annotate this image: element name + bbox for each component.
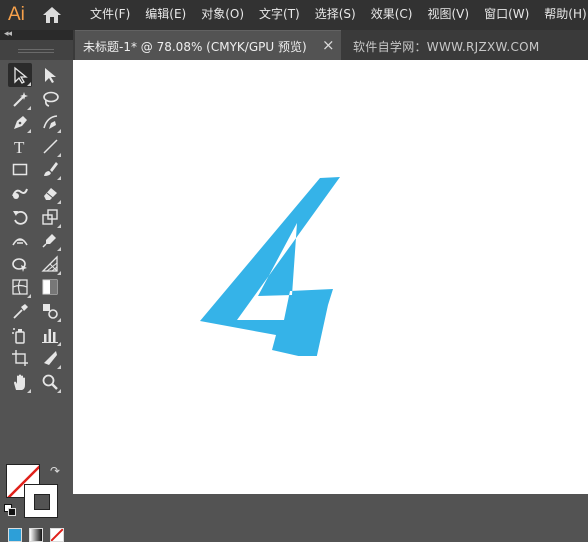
document-tab[interactable]: 未标题-1* @ 78.08% (CMYK/GPU 预览) ×: [75, 30, 341, 60]
eyedropper-tool-icon[interactable]: [8, 299, 32, 323]
menu-window[interactable]: 窗口(W): [477, 0, 537, 30]
perspective-grid-tool-icon[interactable]: [38, 252, 62, 276]
column-graph-tool-icon[interactable]: [38, 323, 62, 347]
line-segment-tool-icon[interactable]: [38, 134, 62, 158]
pen-tool-icon[interactable]: [8, 110, 32, 134]
tools-panel: T ↷: [0, 60, 73, 542]
gradient-tool-icon[interactable]: [38, 275, 62, 299]
toolbar-grip[interactable]: [0, 40, 73, 60]
paintbrush-tool-icon[interactable]: [38, 157, 62, 181]
main-menu: 文件(F) 编辑(E) 对象(O) 文字(T) 选择(S) 效果(C) 视图(V…: [83, 0, 588, 30]
menu-bar: Ai 文件(F) 编辑(E) 对象(O) 文字(T) 选择(S) 效果(C) 视…: [0, 0, 588, 30]
menu-select[interactable]: 选择(S): [308, 0, 364, 30]
document-tab-bar: ◂◂ 未标题-1* @ 78.08% (CMYK/GPU 预览) × 软件自学网…: [0, 29, 588, 60]
artboard-tool-icon[interactable]: [8, 346, 32, 370]
type-tool-icon[interactable]: T: [8, 134, 32, 158]
watermark-text: 软件自学网：WWW.RJZXW.COM: [353, 40, 540, 54]
color-mode-button[interactable]: [8, 528, 22, 542]
close-tab-icon[interactable]: ×: [322, 36, 335, 54]
symbol-sprayer-tool-icon[interactable]: [8, 323, 32, 347]
gradient-mode-button[interactable]: [29, 528, 43, 542]
number-four-shape[interactable]: [200, 177, 340, 356]
menu-edit[interactable]: 编辑(E): [138, 0, 194, 30]
hand-tool-icon[interactable]: [8, 370, 32, 394]
zoom-tool-icon[interactable]: [38, 370, 62, 394]
home-icon[interactable]: [40, 6, 64, 24]
blend-tool-icon[interactable]: [38, 299, 62, 323]
menu-file[interactable]: 文件(F): [83, 0, 138, 30]
artboard-canvas[interactable]: 4: [73, 60, 588, 494]
width-tool-icon[interactable]: [8, 228, 32, 252]
shape-builder-tool-icon[interactable]: [8, 252, 32, 276]
toolbar-header: ◂◂: [0, 29, 73, 40]
swap-fill-stroke-icon[interactable]: ↷: [50, 464, 60, 478]
menu-object[interactable]: 对象(O): [194, 0, 252, 30]
scale-tool-icon[interactable]: [38, 205, 62, 229]
eraser-tool-icon[interactable]: [38, 181, 62, 205]
document-tab-label: 未标题-1* @ 78.08% (CMYK/GPU 预览): [83, 40, 307, 54]
collapse-toolbar-icon[interactable]: ◂◂: [4, 29, 12, 39]
shaper-tool-icon[interactable]: [8, 181, 32, 205]
stroke-color-swatch[interactable]: [24, 484, 58, 518]
direct-selection-tool-icon[interactable]: [38, 63, 62, 87]
svg-text:T: T: [14, 138, 25, 155]
curvature-tool-icon[interactable]: [38, 110, 62, 134]
none-mode-button[interactable]: [50, 528, 64, 542]
puppet-warp-tool-icon[interactable]: [38, 228, 62, 252]
rotate-tool-icon[interactable]: [8, 205, 32, 229]
rectangle-tool-icon[interactable]: [8, 157, 32, 181]
slice-tool-icon[interactable]: [38, 346, 62, 370]
menu-view[interactable]: 视图(V): [420, 0, 477, 30]
magic-wand-tool-icon[interactable]: [8, 87, 32, 111]
menu-effect[interactable]: 效果(C): [364, 0, 421, 30]
number-four-artwork[interactable]: 4: [198, 174, 344, 356]
app-logo: Ai: [8, 4, 25, 25]
menu-help[interactable]: 帮助(H): [537, 0, 588, 30]
lasso-tool-icon[interactable]: [38, 87, 62, 111]
menu-type[interactable]: 文字(T): [252, 0, 308, 30]
selection-tool-icon[interactable]: [8, 63, 32, 87]
mesh-tool-icon[interactable]: [8, 275, 32, 299]
default-fill-stroke-icon[interactable]: [4, 504, 16, 516]
